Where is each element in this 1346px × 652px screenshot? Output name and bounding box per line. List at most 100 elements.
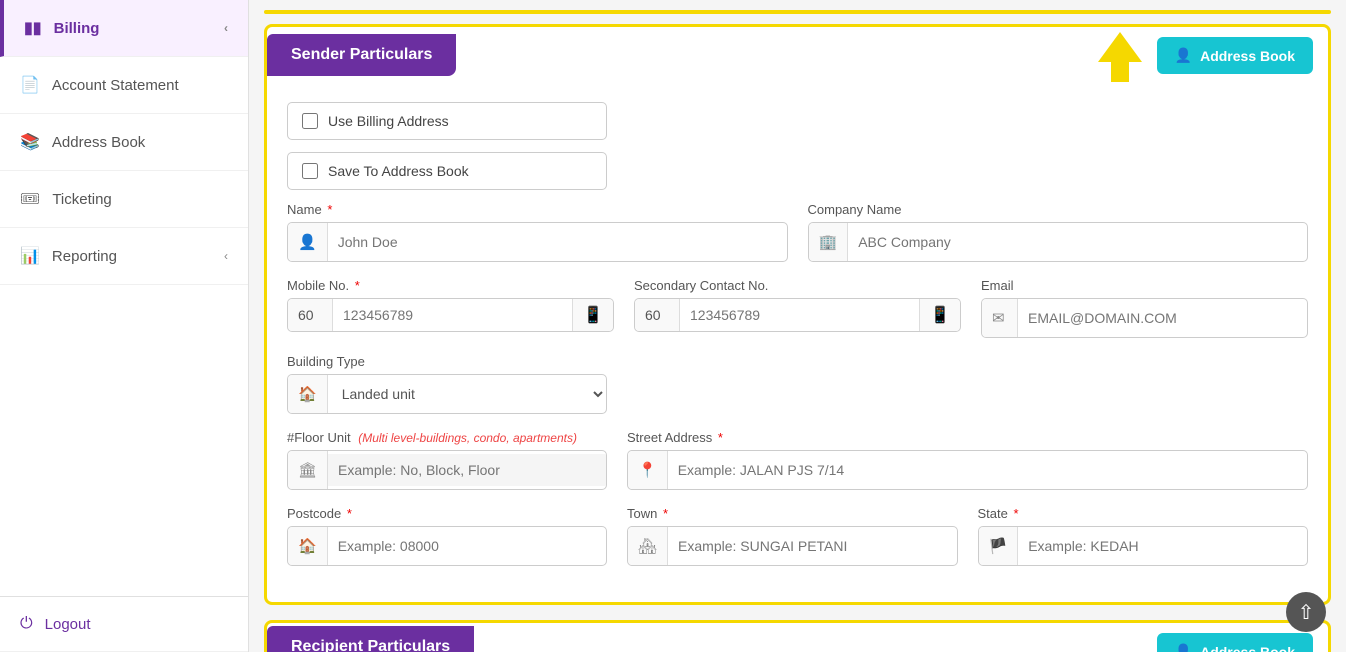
building-type-select[interactable]: Landed unit Apartment/Condo Office — [328, 377, 606, 411]
use-billing-row: Use Billing Address — [287, 102, 1308, 140]
contact-row: Mobile No. * 60 📱 Secondary Contact No. … — [287, 278, 1308, 338]
street-label: Street Address * — [627, 430, 1308, 445]
postcode-input[interactable] — [328, 530, 606, 562]
ticketing-icon: 🎟 — [20, 189, 40, 209]
postcode-group: Postcode * 🏠 — [287, 506, 607, 566]
recipient-address-book-icon: 👤 — [1175, 643, 1192, 652]
building-row: Building Type 🏠 Landed unit Apartment/Co… — [287, 354, 1308, 414]
company-input-wrapper: 🏢 — [808, 222, 1309, 262]
sidebar-account-label: Account Statement — [52, 77, 179, 94]
sidebar-address-label: Address Book — [52, 134, 145, 151]
postcode-label: Postcode * — [287, 506, 607, 521]
sender-header-right: 👤 Address Book — [1098, 27, 1328, 82]
town-label: Town * — [627, 506, 958, 521]
sidebar-item-ticketing[interactable]: 🎟 Ticketing — [0, 171, 248, 228]
floor-unit-label: #Floor Unit (Multi level-buildings, cond… — [287, 430, 607, 445]
chevron-icon: ‹ — [224, 21, 228, 35]
secondary-input[interactable] — [680, 299, 919, 331]
sidebar-billing-label: Billing — [54, 20, 100, 37]
secondary-phone-group: 60 📱 — [634, 298, 961, 332]
floor-unit-group: #Floor Unit (Multi level-buildings, cond… — [287, 430, 607, 490]
mobile-label: Mobile No. * — [287, 278, 614, 293]
address-book-btn-icon: 👤 — [1175, 47, 1192, 64]
name-group: Name * 👤 — [287, 202, 788, 262]
recipient-address-book-button[interactable]: 👤 Address Book — [1157, 633, 1313, 652]
postcode-input-wrapper: 🏠 — [287, 526, 607, 566]
secondary-phone-icon: 📱 — [919, 299, 960, 331]
scroll-top-icon: ⇧ — [1298, 600, 1315, 625]
state-group: State * 🏴 — [978, 506, 1309, 566]
sidebar-item-account-statement[interactable]: 📄 Account Statement — [0, 57, 248, 114]
sender-header: Sender Particulars 👤 Address Book — [267, 27, 1328, 82]
sender-form: Use Billing Address Save To Address Book… — [267, 102, 1328, 566]
use-billing-text: Use Billing Address — [328, 113, 449, 129]
logout-icon: ⏻ — [20, 615, 33, 633]
save-address-checkbox[interactable] — [302, 163, 318, 179]
reporting-chevron-icon: ‹ — [224, 249, 228, 263]
building-icon: 🏢 — [809, 223, 849, 261]
state-input[interactable] — [1018, 530, 1307, 562]
name-input[interactable] — [328, 226, 787, 258]
sidebar-reporting-label: Reporting — [52, 248, 117, 265]
building-type-icon: 🏠 — [288, 375, 328, 413]
address-book-icon: 📚 — [20, 132, 40, 152]
street-group: Street Address * 📍 — [627, 430, 1308, 490]
name-label: Name * — [287, 202, 788, 217]
account-statement-icon: 📄 — [20, 75, 40, 95]
email-input[interactable] — [1018, 302, 1307, 334]
yellow-arrow-icon — [1098, 32, 1142, 62]
company-input[interactable] — [848, 226, 1307, 258]
recipient-section: Recipient Particulars 👤 Address Book Del… — [264, 620, 1331, 652]
building-type-label: Building Type — [287, 354, 607, 369]
floor-unit-input-wrapper: 🏛 — [287, 450, 607, 490]
sidebar-item-address-book[interactable]: 📚 Address Book — [0, 114, 248, 171]
home-icon: 🏠 — [288, 527, 328, 565]
state-label: State * — [978, 506, 1309, 521]
floor-unit-input[interactable] — [328, 454, 606, 486]
floor-unit-icon: 🏛 — [288, 451, 328, 489]
sidebar-ticketing-label: Ticketing — [52, 191, 111, 208]
town-input-wrapper: 🏘 — [627, 526, 958, 566]
sender-address-book-button[interactable]: 👤 Address Book — [1157, 37, 1313, 74]
name-company-row: Name * 👤 Company Name 🏢 — [287, 202, 1308, 262]
recipient-header: Recipient Particulars 👤 Address Book — [267, 623, 1328, 652]
secondary-code: 60 — [635, 299, 680, 331]
use-billing-label[interactable]: Use Billing Address — [287, 102, 607, 140]
flag-icon: 🏴 — [979, 527, 1019, 565]
save-address-text: Save To Address Book — [328, 163, 469, 179]
mobile-code: 60 — [288, 299, 333, 331]
sender-address-book-label: Address Book — [1200, 48, 1295, 64]
company-label: Company Name — [808, 202, 1309, 217]
email-group: Email ✉ — [981, 278, 1308, 338]
recipient-title: Recipient Particulars — [267, 626, 474, 652]
email-input-wrapper: ✉ — [981, 298, 1308, 338]
reporting-icon: 📊 — [20, 246, 40, 266]
sidebar: ▮▮ Billing ‹ 📄 Account Statement 📚 Addre… — [0, 0, 249, 652]
name-input-wrapper: 👤 — [287, 222, 788, 262]
use-billing-checkbox[interactable] — [302, 113, 318, 129]
company-group: Company Name 🏢 — [808, 202, 1309, 262]
mobile-phone-group: 60 📱 — [287, 298, 614, 332]
scroll-top-button[interactable]: ⇧ — [1286, 592, 1326, 632]
sidebar-item-logout[interactable]: ⏻ Logout — [0, 597, 248, 652]
sidebar-bottom: ⏻ Logout — [0, 596, 248, 652]
street-input[interactable] — [668, 454, 1307, 486]
email-icon: ✉ — [982, 299, 1018, 337]
street-input-wrapper: 📍 — [627, 450, 1308, 490]
town-icon: 🏘 — [628, 527, 668, 565]
building-type-select-wrapper: 🏠 Landed unit Apartment/Condo Office — [287, 374, 607, 414]
town-input[interactable] — [668, 530, 956, 562]
person-icon: 👤 — [288, 223, 328, 261]
arrow-stem — [1111, 62, 1129, 82]
recipient-address-book-label: Address Book — [1200, 644, 1295, 652]
building-type-group: Building Type 🏠 Landed unit Apartment/Co… — [287, 354, 607, 414]
state-input-wrapper: 🏴 — [978, 526, 1309, 566]
top-divider — [264, 10, 1331, 14]
sidebar-item-billing[interactable]: ▮▮ Billing ‹ — [0, 0, 248, 57]
floor-street-row: #Floor Unit (Multi level-buildings, cond… — [287, 430, 1308, 490]
arrow-annotation — [1098, 32, 1142, 82]
mobile-input[interactable] — [333, 299, 572, 331]
sender-title: Sender Particulars — [267, 34, 456, 76]
save-address-label[interactable]: Save To Address Book — [287, 152, 607, 190]
sidebar-item-reporting[interactable]: 📊 Reporting ‹ — [0, 228, 248, 285]
